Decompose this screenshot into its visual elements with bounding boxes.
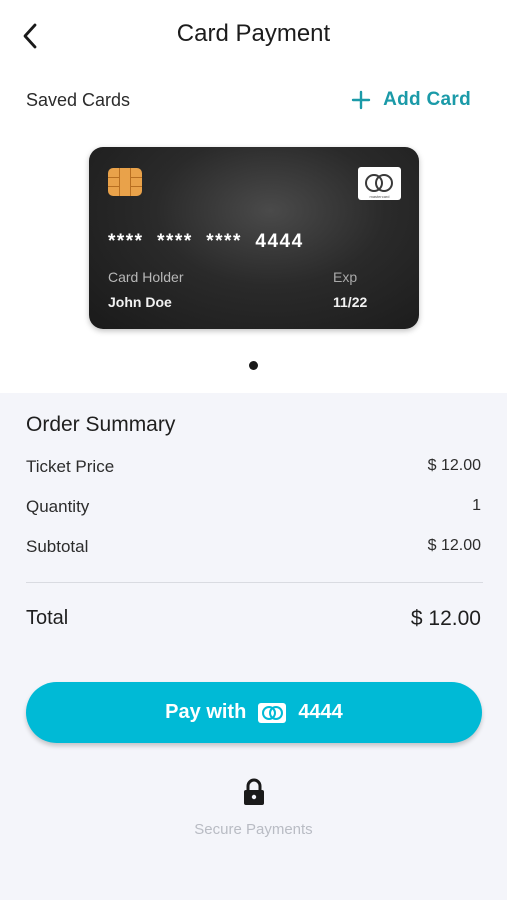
card-holder-name: John Doe	[108, 294, 172, 310]
summary-row-quantity: Quantity 1	[26, 497, 481, 517]
add-card-label: Add Card	[383, 89, 471, 110]
order-summary-panel: Order Summary Ticket Price $ 12.00 Quant…	[0, 393, 507, 900]
row-value: 1	[472, 497, 481, 514]
expiry-label: Exp	[333, 269, 358, 285]
pay-button-last4: 4444	[298, 701, 343, 723]
row-label: Subtotal	[26, 537, 89, 556]
row-label: Ticket Price	[26, 457, 115, 476]
card-payment-screen: Card Payment Saved Cards Add Card master…	[0, 0, 507, 900]
divider	[26, 582, 483, 583]
lock-icon	[244, 778, 264, 805]
saved-cards-row: Saved Cards Add Card	[26, 86, 471, 114]
total-row: Total $ 12.00	[26, 607, 481, 631]
total-label: Total	[26, 607, 69, 629]
card-holder-label: Card Holder	[108, 269, 184, 285]
card-number: **** **** **** 4444	[108, 231, 304, 252]
row-value: $ 12.00	[427, 537, 481, 554]
pay-button-label: Pay with	[165, 701, 247, 723]
secure-payments-text: Secure Payments	[194, 821, 313, 838]
expiry-value: 11/22	[333, 294, 368, 310]
carousel-dot-active[interactable]	[249, 361, 258, 370]
chip-icon	[108, 168, 142, 196]
header: Card Payment	[0, 0, 507, 72]
brand-text: mastercard	[369, 194, 390, 199]
plus-icon	[351, 90, 371, 110]
mastercard-icon: mastercard	[358, 167, 401, 200]
row-label: Quantity	[26, 497, 90, 516]
saved-cards-label: Saved Cards	[26, 89, 131, 110]
total-value: $ 12.00	[410, 607, 481, 630]
order-summary-title: Order Summary	[26, 413, 176, 436]
mastercard-icon	[258, 702, 287, 723]
pay-button[interactable]: Pay with 4444	[26, 682, 482, 743]
saved-card[interactable]: mastercard **** **** **** 4444 Card Hold…	[89, 147, 419, 329]
summary-row-subtotal: Subtotal $ 12.00	[26, 537, 481, 557]
add-card-button[interactable]: Add Card	[351, 89, 471, 111]
row-value: $ 12.00	[427, 457, 481, 474]
summary-row-ticket-price: Ticket Price $ 12.00	[26, 457, 481, 477]
page-title: Card Payment	[176, 20, 331, 47]
